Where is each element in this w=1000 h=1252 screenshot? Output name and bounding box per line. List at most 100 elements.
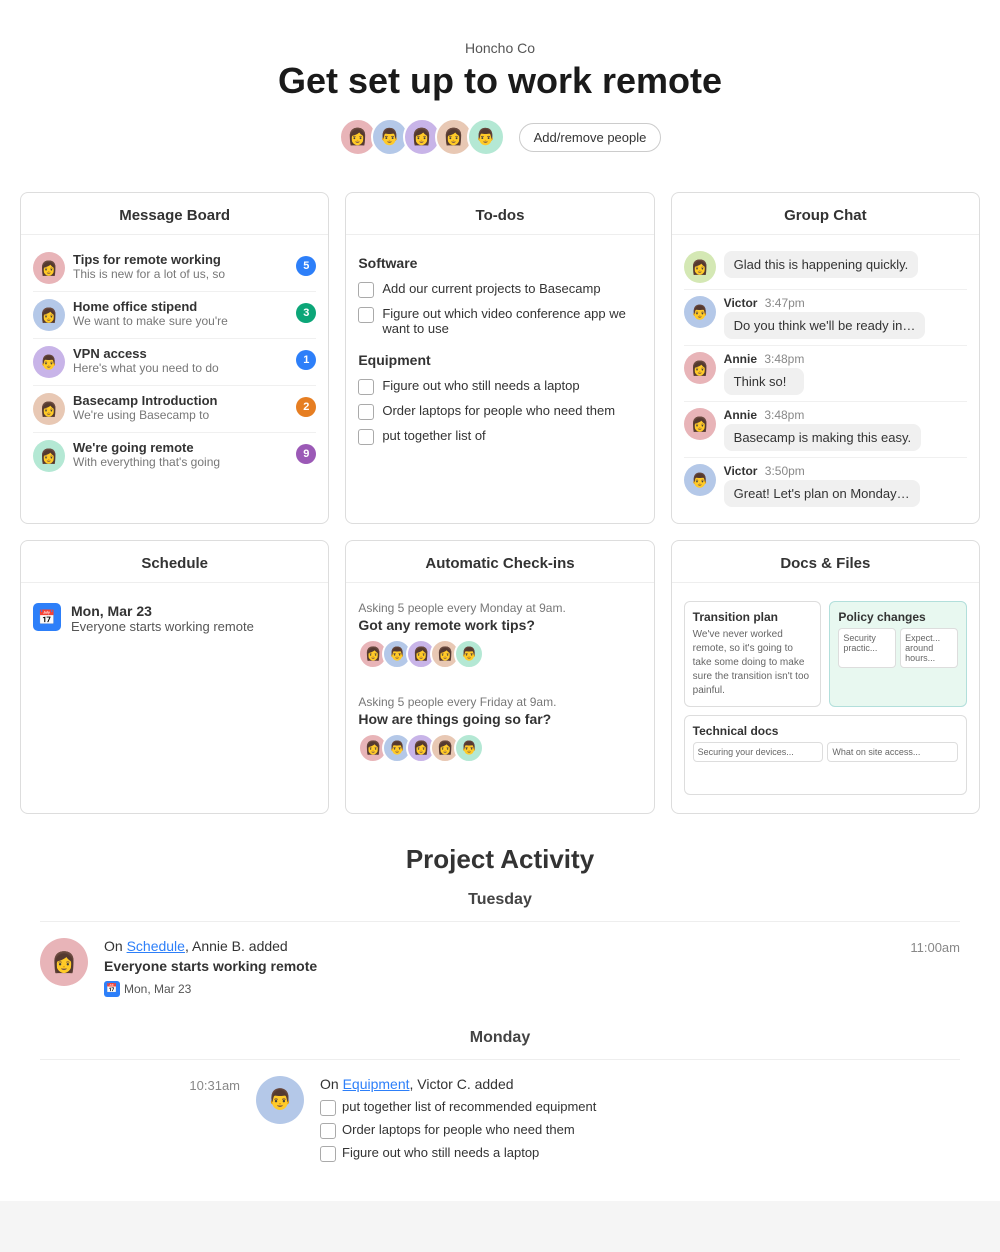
- msg-content: VPN access Here's what you need to do: [73, 346, 288, 375]
- activity-content: On Schedule, Annie B. added Everyone sta…: [104, 938, 874, 997]
- msg-badge: 5: [296, 256, 316, 276]
- project-activity: Project Activity Tuesday 👩 On Schedule, …: [20, 844, 980, 1181]
- todo-checkbox[interactable]: [320, 1146, 336, 1162]
- add-people-button[interactable]: Add/remove people: [519, 123, 662, 152]
- activity-event: 10:31am 👨 On Equipment, Victor C. added …: [40, 1059, 960, 1181]
- activity-description: On Equipment, Victor C. added: [320, 1076, 960, 1092]
- schedule-item[interactable]: 📅 Mon, Mar 23 Everyone starts working re…: [33, 593, 316, 644]
- chat-message: 👨 Victor 3:50pm Great! Let's plan on Mon…: [684, 458, 967, 513]
- todo-item: put together list of recommended equipme…: [320, 1096, 960, 1119]
- doc-item[interactable]: Transition plan We've never worked remot…: [684, 601, 822, 707]
- todo-checkbox[interactable]: [358, 404, 374, 420]
- list-item[interactable]: Figure out who still needs a laptop: [358, 374, 641, 399]
- activity-event-title: Everyone starts working remote: [104, 958, 874, 974]
- avatar: 👩: [33, 299, 65, 331]
- chat-message: 👩 Glad this is happening quickly.: [684, 245, 967, 290]
- avatar: 👨: [684, 464, 716, 496]
- doc-mini: What on site access...: [827, 742, 958, 762]
- doc-title: Technical docs: [693, 724, 958, 738]
- list-item[interactable]: 👩 Home office stipend We want to make su…: [33, 292, 316, 339]
- todo-item: Order laptops for people who need them: [320, 1119, 960, 1142]
- todo-checkbox[interactable]: [358, 429, 374, 445]
- activity-link[interactable]: Equipment: [343, 1076, 410, 1092]
- schedule-body: 📅 Mon, Mar 23 Everyone starts working re…: [21, 583, 328, 654]
- chat-sender: Annie 3:48pm: [724, 408, 922, 422]
- list-item[interactable]: 👩 Basecamp Introduction We're using Base…: [33, 386, 316, 433]
- page-header: Honcho Co Get set up to work remote 👩 👨 …: [20, 20, 980, 172]
- calendar-icon: 📅: [104, 981, 120, 997]
- todo-checkbox[interactable]: [320, 1100, 336, 1116]
- schedule-date: Mon, Mar 23: [71, 603, 254, 619]
- chat-message: 👩 Annie 3:48pm Think so!: [684, 346, 967, 402]
- avatar: 👨: [454, 639, 484, 669]
- avatar-stack: 👩 👨 👩 👩 👨: [339, 118, 505, 156]
- msg-title: We're going remote: [73, 440, 288, 455]
- chat-bubble: Glad this is happening quickly.: [724, 251, 919, 278]
- chat-bubble: Great! Let's plan on Monday…: [724, 480, 920, 507]
- todo-checkbox[interactable]: [320, 1123, 336, 1139]
- todo-checkbox[interactable]: [358, 379, 374, 395]
- activity-avatar: 👨: [256, 1076, 304, 1124]
- message-board-body: 👩 Tips for remote working This is new fo…: [21, 235, 328, 489]
- chat-message: 👨 Victor 3:47pm Do you think we'll be re…: [684, 290, 967, 346]
- msg-content: Basecamp Introduction We're using Baseca…: [73, 393, 288, 422]
- todo-item: Figure out who still needs a laptop: [320, 1142, 960, 1165]
- todos-title: To-dos: [346, 193, 653, 235]
- todos-body: Software Add our current projects to Bas…: [346, 235, 653, 459]
- activity-title: Project Activity: [40, 844, 960, 875]
- checkin-question: Got any remote work tips?: [358, 617, 641, 633]
- avatar: 👨: [684, 296, 716, 328]
- msg-preview: We want to make sure you're: [73, 314, 288, 328]
- doc-mini: Expect... around hours...: [900, 628, 958, 668]
- schedule-card: Schedule 📅 Mon, Mar 23 Everyone starts w…: [20, 540, 329, 814]
- header-people: 👩 👨 👩 👩 👨 Add/remove people: [20, 118, 980, 156]
- msg-badge: 9: [296, 444, 316, 464]
- todo-checkbox[interactable]: [358, 282, 374, 298]
- docs-card: Docs & Files Transition plan We've never…: [671, 540, 980, 814]
- group-chat-title: Group Chat: [672, 193, 979, 235]
- todo-checkbox[interactable]: [358, 307, 374, 323]
- checkin-avatars: 👩 👨 👩 👩 👨: [358, 733, 641, 763]
- msg-content: Tips for remote working This is new for …: [73, 252, 288, 281]
- doc-item[interactable]: Policy changes Security practic... Expec…: [829, 601, 967, 707]
- msg-badge: 2: [296, 397, 316, 417]
- msg-title: VPN access: [73, 346, 288, 361]
- docs-title: Docs & Files: [672, 541, 979, 583]
- list-item[interactable]: Figure out which video conference app we…: [358, 302, 641, 340]
- activity-avatar: 👩: [40, 938, 88, 986]
- chat-bubble: Do you think we'll be ready in…: [724, 312, 926, 339]
- msg-content: Home office stipend We want to make sure…: [73, 299, 288, 328]
- avatar: 👩: [684, 408, 716, 440]
- activity-time: 10:31am: [40, 1076, 240, 1093]
- checkin-avatars: 👩 👨 👩 👩 👨: [358, 639, 641, 669]
- msg-badge: 3: [296, 303, 316, 323]
- checkin-item: Asking 5 people every Friday at 9am. How…: [358, 687, 641, 771]
- msg-badge: 1: [296, 350, 316, 370]
- msg-preview: With everything that's going: [73, 455, 288, 469]
- doc-title: Transition plan: [693, 610, 813, 624]
- msg-title: Home office stipend: [73, 299, 288, 314]
- chat-message: 👩 Annie 3:48pm Basecamp is making this e…: [684, 402, 967, 458]
- schedule-description: Everyone starts working remote: [71, 619, 254, 634]
- msg-content: We're going remote With everything that'…: [73, 440, 288, 469]
- list-item[interactable]: 👩 Tips for remote working This is new fo…: [33, 245, 316, 292]
- list-item[interactable]: Order laptops for people who need them: [358, 399, 641, 424]
- activity-link[interactable]: Schedule: [127, 938, 185, 954]
- checkins-body: Asking 5 people every Monday at 9am. Got…: [346, 583, 653, 781]
- page-title: Get set up to work remote: [20, 60, 980, 102]
- avatar: 👩: [33, 252, 65, 284]
- docs-body: Transition plan We've never worked remot…: [672, 583, 979, 813]
- doc-item[interactable]: Technical docs Securing your devices... …: [684, 715, 967, 795]
- docs-grid: Transition plan We've never worked remot…: [684, 593, 967, 803]
- list-item[interactable]: 👨 VPN access Here's what you need to do …: [33, 339, 316, 386]
- group-chat-body: 👩 Glad this is happening quickly. 👨 Vict…: [672, 235, 979, 523]
- message-board-title: Message Board: [21, 193, 328, 235]
- checkin-question: How are things going so far?: [358, 711, 641, 727]
- avatar: 👨: [467, 118, 505, 156]
- chat-sender: Annie 3:48pm: [724, 352, 805, 366]
- list-item[interactable]: 👩 We're going remote With everything tha…: [33, 433, 316, 479]
- chat-bubble: Basecamp is making this easy.: [724, 424, 922, 451]
- list-item[interactable]: Add our current projects to Basecamp: [358, 277, 641, 302]
- list-item[interactable]: put together list of: [358, 424, 641, 449]
- schedule-title: Schedule: [21, 541, 328, 583]
